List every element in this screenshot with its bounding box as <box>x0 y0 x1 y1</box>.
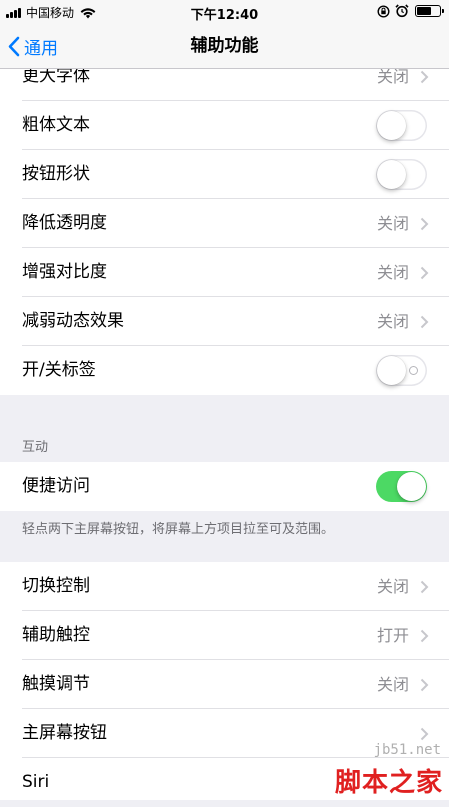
chevron-left-icon <box>8 36 20 56</box>
settings-row-increase-contrast[interactable]: 增强对比度 关闭 <box>0 248 449 297</box>
row-label: 辅助触控 <box>22 625 90 645</box>
orientation-lock-icon <box>377 4 390 18</box>
chevron-right-icon <box>420 70 429 84</box>
watermark-url: jb51.net <box>373 742 441 758</box>
row-label: 主屏幕按钮 <box>22 723 107 743</box>
row-label: 减弱动态效果 <box>22 311 124 331</box>
back-button-label: 通用 <box>24 38 58 59</box>
row-value: 关闭 <box>376 312 409 331</box>
back-button[interactable]: 通用 <box>8 24 58 68</box>
row-label: 开/关标签 <box>22 360 96 380</box>
row-value: 关闭 <box>376 577 409 596</box>
row-label: 触摸调节 <box>22 674 90 694</box>
status-right <box>372 4 444 18</box>
section-header-interaction: 互动 <box>22 440 49 455</box>
row-label: 增强对比度 <box>22 262 107 282</box>
battery-icon <box>415 5 444 17</box>
chevron-right-icon <box>420 629 429 643</box>
row-label: 按钮形状 <box>22 164 90 184</box>
interaction-group: 便捷访问 <box>0 462 449 511</box>
row-label: 切换控制 <box>22 576 90 596</box>
settings-row-reachability: 便捷访问 <box>0 462 449 511</box>
settings-row-reduce-transparency[interactable]: 降低透明度 关闭 <box>0 199 449 248</box>
row-label: 粗体文本 <box>22 115 90 135</box>
row-value: 关闭 <box>376 675 409 694</box>
settings-row-on-off-labels: 开/关标签 <box>0 346 449 395</box>
section-footer: 轻点两下主屏幕按钮，将屏幕上方项目拉至可及范围。 <box>22 522 335 537</box>
settings-row-reduce-motion[interactable]: 减弱动态效果 关闭 <box>0 297 449 346</box>
chevron-right-icon <box>420 727 429 741</box>
settings-row-assistive-touch[interactable]: 辅助触控 打开 <box>0 611 449 660</box>
chevron-right-icon <box>420 315 429 329</box>
reachability-toggle[interactable] <box>376 471 427 502</box>
chevron-right-icon <box>420 217 429 231</box>
settings-row-touch-accommodations[interactable]: 触摸调节 关闭 <box>0 660 449 709</box>
display-settings-group: 更大字体 关闭 粗体文本 按钮形状 降低透明度 关闭 增强对比度 关闭 减弱动态… <box>0 52 449 395</box>
chevron-right-icon <box>420 266 429 280</box>
site-watermark: jb51.net 脚本之家 <box>285 742 445 798</box>
settings-row-switch-control[interactable]: 切换控制 关闭 <box>0 562 449 611</box>
row-value: 关闭 <box>376 263 409 282</box>
row-value: 打开 <box>376 626 409 645</box>
navigation-bar: 通用 辅助功能 <box>0 24 449 69</box>
alarm-icon <box>395 4 409 18</box>
chevron-right-icon <box>420 678 429 692</box>
button-shapes-toggle[interactable] <box>376 159 427 190</box>
off-label-circle-icon <box>409 366 418 375</box>
on-off-labels-toggle[interactable] <box>376 355 427 386</box>
bold-text-toggle[interactable] <box>376 110 427 141</box>
row-label: 降低透明度 <box>22 213 107 233</box>
settings-row-bold-text: 粗体文本 <box>0 101 449 150</box>
row-value: 关闭 <box>376 214 409 233</box>
page-title: 辅助功能 <box>190 36 259 56</box>
chevron-right-icon <box>420 580 429 594</box>
settings-row-button-shapes: 按钮形状 <box>0 150 449 199</box>
watermark-name: 脚本之家 <box>334 768 443 798</box>
status-bar: 中国移动 下午12:40 <box>0 0 449 24</box>
row-label: 便捷访问 <box>22 476 90 496</box>
